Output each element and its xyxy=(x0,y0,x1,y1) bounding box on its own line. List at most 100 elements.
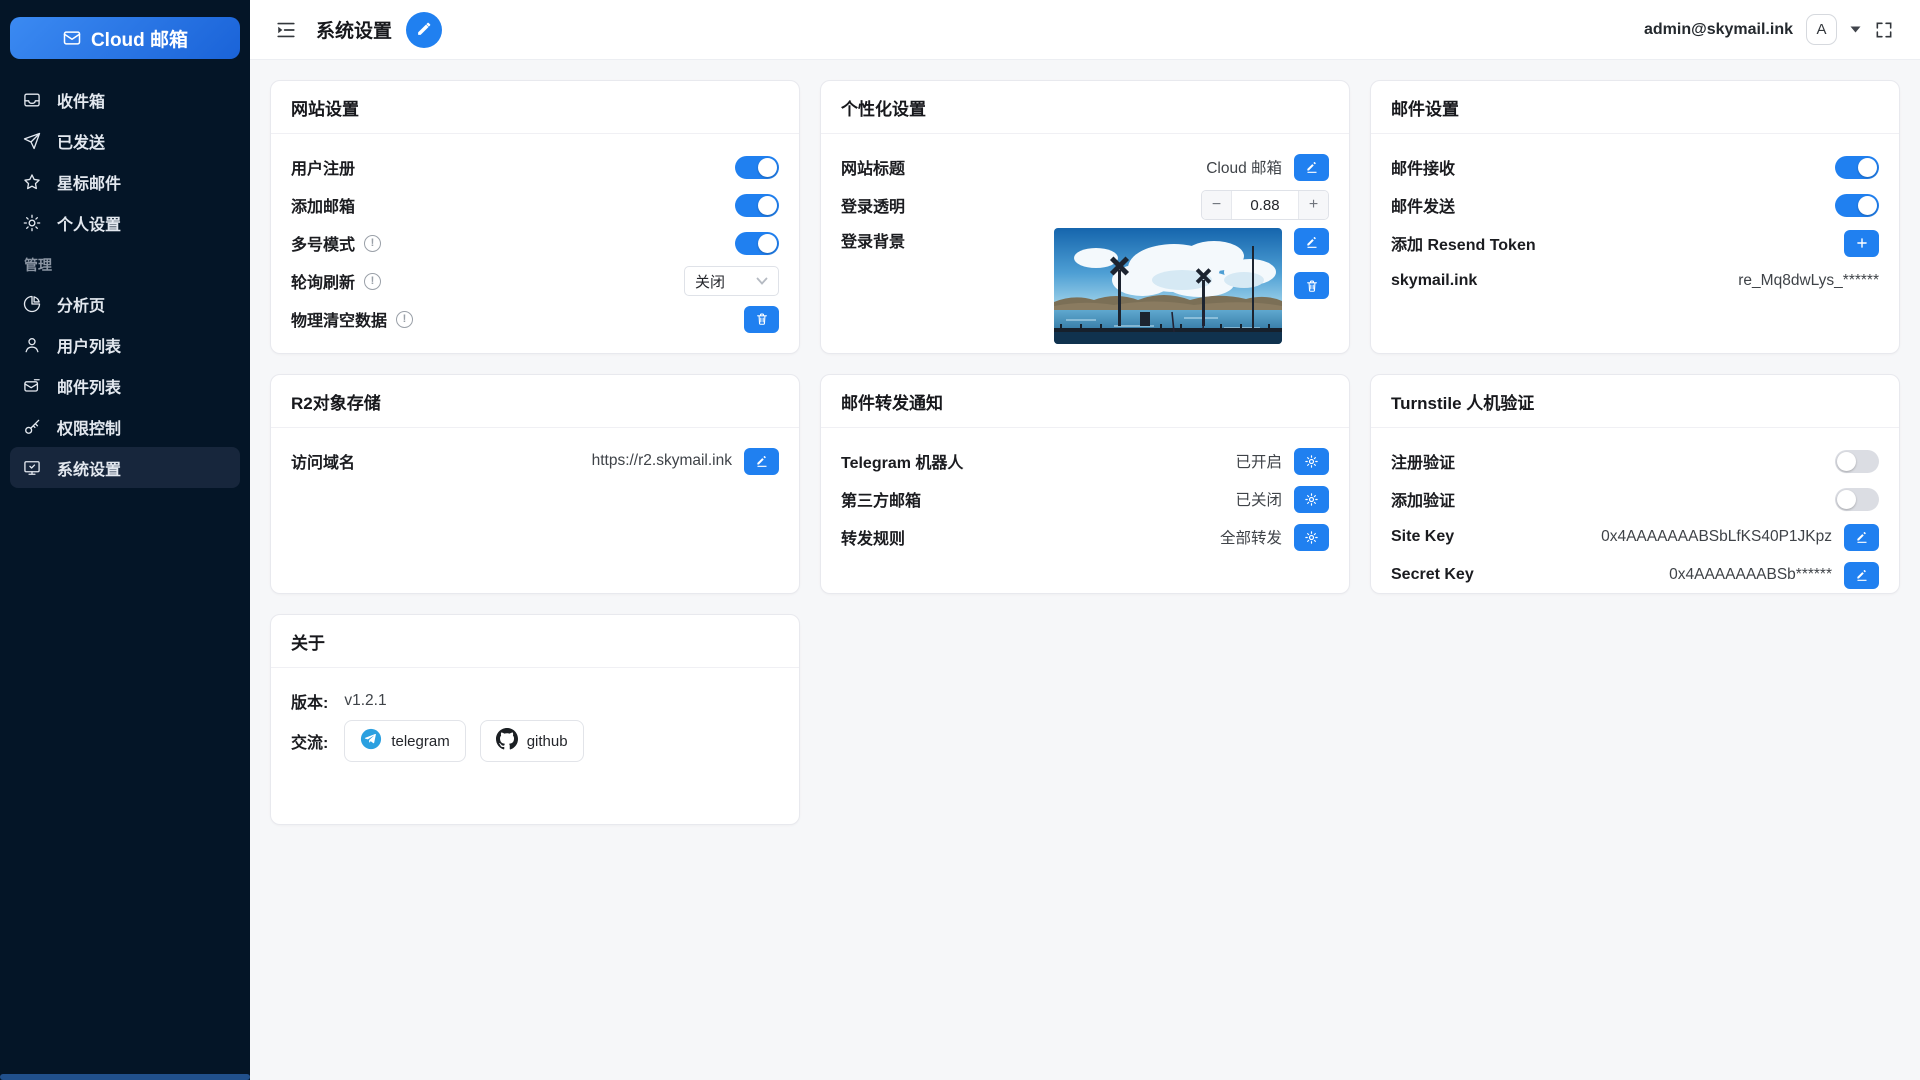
avatar[interactable]: A xyxy=(1806,14,1837,45)
main-column: 系统设置 admin@skymail.ink A xyxy=(250,0,1920,1080)
mail-receive-toggle[interactable] xyxy=(1835,156,1879,179)
sidebar: Cloud 邮箱 收件箱 已发送 星标邮件 xyxy=(0,0,250,1080)
setting-row-token-value: skymail.ink re_Mq8dwLys_****** xyxy=(1391,262,1879,300)
row-label: 添加邮箱 xyxy=(291,193,355,217)
gear-icon xyxy=(22,213,42,233)
login-opacity-input[interactable] xyxy=(1232,191,1298,219)
pencil-icon xyxy=(1855,530,1869,544)
third-party-mail-settings-button[interactable] xyxy=(1294,486,1329,513)
version-label: 版本: xyxy=(291,689,328,713)
setting-row-resend-token: 添加 Resend Token xyxy=(1391,224,1879,262)
third-party-mail-status: 已关闭 xyxy=(1235,488,1282,510)
sidebar-item-label: 权限控制 xyxy=(57,415,121,439)
sidebar-item-label: 分析页 xyxy=(57,292,105,316)
card-title: 网站设置 xyxy=(271,81,799,134)
mail-send-toggle[interactable] xyxy=(1835,194,1879,217)
page-title: 系统设置 xyxy=(316,16,392,43)
row-label: 多号模式 xyxy=(291,231,355,255)
stepper-plus-button[interactable]: + xyxy=(1298,191,1328,219)
stepper-minus-button[interactable]: − xyxy=(1202,191,1232,219)
edit-site-key-button[interactable] xyxy=(1844,524,1879,551)
user-register-toggle[interactable] xyxy=(735,156,779,179)
add-resend-token-button[interactable] xyxy=(1844,230,1879,257)
row-label: 网站标题 xyxy=(841,155,905,179)
setting-row-site-title: 网站标题 Cloud 邮箱 xyxy=(841,148,1329,186)
row-label: 访问域名 xyxy=(291,449,355,473)
row-label: 转发规则 xyxy=(841,525,905,549)
sidebar-item-label: 收件箱 xyxy=(57,88,105,112)
multi-account-toggle[interactable] xyxy=(735,232,779,255)
info-icon[interactable]: ! xyxy=(396,311,413,328)
sidebar-item-permissions[interactable]: 权限控制 xyxy=(10,406,240,447)
row-label: 添加验证 xyxy=(1391,487,1455,511)
add-verify-toggle[interactable] xyxy=(1835,488,1879,511)
row-label: 邮件接收 xyxy=(1391,155,1455,179)
sidebar-item-mails[interactable]: 邮件列表 xyxy=(10,365,240,406)
sidebar-item-starred[interactable]: 星标邮件 xyxy=(10,161,240,202)
sidebar-item-label: 已发送 xyxy=(57,129,105,153)
sidebar-item-analytics[interactable]: 分析页 xyxy=(10,283,240,324)
setting-row-add-mailbox: 添加邮箱 xyxy=(291,186,779,224)
gear-icon xyxy=(1304,530,1319,545)
version-value: v1.2.1 xyxy=(344,692,386,710)
setting-row-r2-domain: 访问域名 https://r2.skymail.ink xyxy=(291,442,779,480)
sidebar-item-users[interactable]: 用户列表 xyxy=(10,324,240,365)
chevron-down-icon xyxy=(756,272,768,290)
card-personalization: 个性化设置 网站标题 Cloud 邮箱 xyxy=(820,80,1350,354)
telegram-icon xyxy=(360,728,382,754)
sidebar-collapse-icon[interactable] xyxy=(274,18,298,42)
about-version-row: 版本: v1.2.1 xyxy=(291,682,779,720)
row-label: 登录透明 xyxy=(841,193,905,217)
forward-rule-settings-button[interactable] xyxy=(1294,524,1329,551)
horizontal-scrollbar-thumb[interactable] xyxy=(0,1074,250,1080)
gear-icon xyxy=(1304,492,1319,507)
purge-data-button[interactable] xyxy=(744,306,779,333)
pencil-icon xyxy=(1855,568,1869,582)
sidebar-item-personal-settings[interactable]: 个人设置 xyxy=(10,202,240,243)
setting-row-polling: 轮询刷新 ! 关闭 xyxy=(291,262,779,300)
info-icon[interactable]: ! xyxy=(364,235,381,252)
sidebar-item-sent[interactable]: 已发送 xyxy=(10,120,240,161)
sidebar-item-label: 邮件列表 xyxy=(57,374,121,398)
setting-row-user-register: 用户注册 xyxy=(291,148,779,186)
contact-label: 交流: xyxy=(291,729,328,753)
info-icon[interactable]: ! xyxy=(364,273,381,290)
register-verify-toggle[interactable] xyxy=(1835,450,1879,473)
paper-plane-icon xyxy=(22,131,42,151)
setting-row-forward-rule: 转发规则 全部转发 xyxy=(841,518,1329,556)
inbox-icon xyxy=(22,90,42,110)
fullscreen-icon[interactable] xyxy=(1874,20,1894,40)
sidebar-item-inbox[interactable]: 收件箱 xyxy=(10,79,240,120)
site-title-value: Cloud 邮箱 xyxy=(1206,156,1282,178)
card-about: 关于 版本: v1.2.1 交流: xyxy=(270,614,800,825)
github-link-label: github xyxy=(527,733,568,750)
app-logo-button[interactable]: Cloud 邮箱 xyxy=(10,17,240,59)
add-mailbox-toggle[interactable] xyxy=(735,194,779,217)
telegram-link-button[interactable]: telegram xyxy=(344,720,465,762)
pencil-icon xyxy=(416,20,433,40)
card-r2-storage: R2对象存储 访问域名 https://r2.skymail.ink xyxy=(270,374,800,594)
resend-token-masked-value: re_Mq8dwLys_****** xyxy=(1738,272,1879,290)
card-title: 个性化设置 xyxy=(821,81,1349,134)
delete-login-background-button[interactable] xyxy=(1294,272,1329,299)
edit-title-button[interactable] xyxy=(406,12,442,48)
polling-select[interactable]: 关闭 xyxy=(684,266,779,296)
edit-site-title-button[interactable] xyxy=(1294,154,1329,181)
edit-login-background-button[interactable] xyxy=(1294,228,1329,255)
chevron-down-icon[interactable] xyxy=(1850,26,1861,33)
star-icon xyxy=(22,172,42,192)
sidebar-item-system-settings[interactable]: 系统设置 xyxy=(10,447,240,488)
r2-domain-value: https://r2.skymail.ink xyxy=(592,452,732,470)
edit-secret-key-button[interactable] xyxy=(1844,562,1879,589)
mail-list-icon xyxy=(22,376,42,396)
github-icon xyxy=(496,728,518,754)
edit-r2-domain-button[interactable] xyxy=(744,448,779,475)
card-forward-notify: 邮件转发通知 Telegram 机器人 已开启 xyxy=(820,374,1350,594)
pencil-icon xyxy=(1305,160,1319,174)
setting-row-register-verify: 注册验证 xyxy=(1391,442,1879,480)
card-title: 邮件设置 xyxy=(1371,81,1899,134)
setting-row-secret-key: Secret Key 0x4AAAAAAABSb****** xyxy=(1391,556,1879,594)
github-link-button[interactable]: github xyxy=(480,720,584,762)
telegram-bot-settings-button[interactable] xyxy=(1294,448,1329,475)
setting-row-mail-receive: 邮件接收 xyxy=(1391,148,1879,186)
